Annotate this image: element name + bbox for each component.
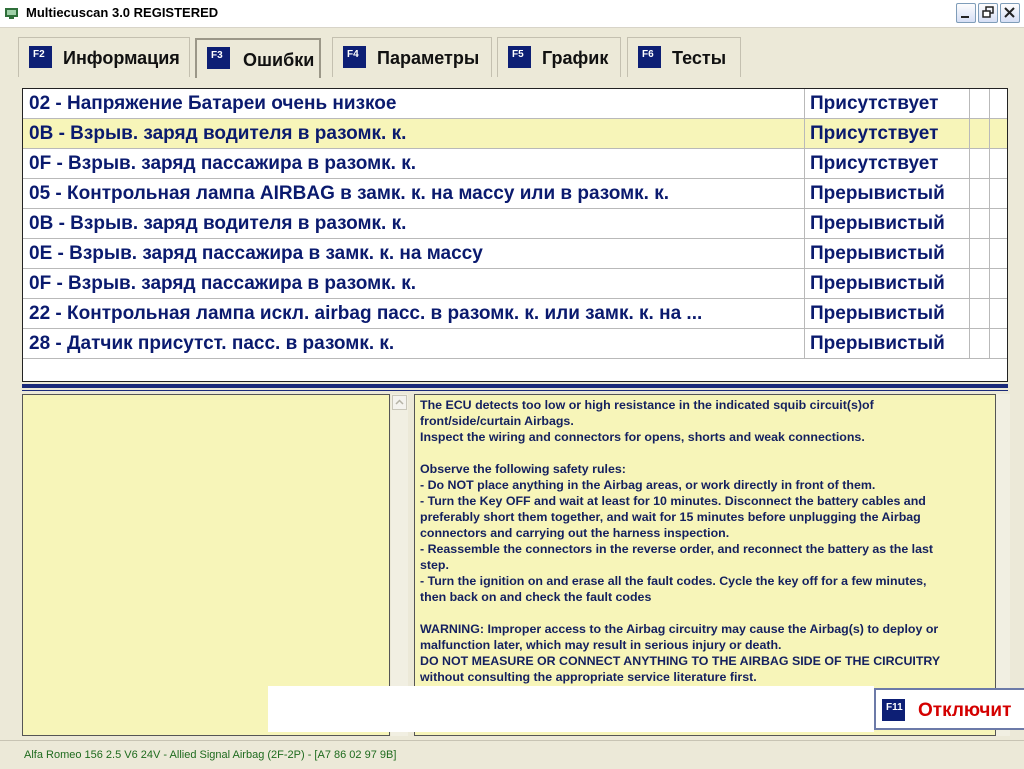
tab-label: Параметры [377, 48, 480, 68]
fault-row[interactable]: 28 - Датчик присутст. пасс. в разомк. к.… [23, 329, 1007, 359]
bottom-strip [268, 686, 874, 732]
close-icon [1004, 7, 1015, 18]
column-divider [989, 89, 990, 359]
fault-row[interactable]: 02 - Напряжение Батареи очень низкое При… [23, 89, 1007, 119]
chevron-up-icon [395, 399, 404, 405]
fault-status: Присутствует [810, 123, 939, 144]
fault-description: 0B - Взрыв. заряд водителя в разомк. к. [29, 123, 407, 144]
tab-label: Ошибки [243, 50, 315, 70]
fault-help-text-panel: The ECU detects too low or high resistan… [414, 394, 996, 736]
disconnect-button[interactable]: F11 Отключит [874, 688, 1024, 730]
panel-splitter[interactable] [22, 384, 1008, 388]
fault-status: Прерывистый [810, 213, 945, 234]
fault-row[interactable]: 22 - Контрольная лампа искл. airbag пасс… [23, 299, 1007, 329]
fault-help-text: The ECU detects too low or high resistan… [420, 398, 941, 684]
fault-status: Прерывистый [810, 183, 945, 204]
fault-status: Прерывистый [810, 303, 945, 324]
tab-label: Тесты [672, 48, 727, 68]
app-icon [5, 8, 18, 19]
fault-status: Прерывистый [810, 273, 945, 294]
tab-errors[interactable]: F3 Ошибки [195, 38, 321, 78]
tab-tests[interactable]: F6 Тесты [627, 37, 741, 77]
fault-description: 28 - Датчик присутст. пасс. в разомк. к. [29, 333, 395, 354]
restore-button[interactable] [978, 3, 998, 23]
fault-description: 22 - Контрольная лампа искл. airbag пасс… [29, 303, 703, 324]
status-bar: Alfa Romeo 156 2.5 V6 24V - Allied Signa… [0, 740, 1024, 769]
fault-row[interactable]: 0E - Взрыв. заряд пассажира в замк. к. н… [23, 239, 1007, 269]
fault-status: Прерывистый [810, 333, 945, 354]
fault-status: Прерывистый [810, 243, 945, 264]
tab-label: Информация [63, 48, 180, 68]
column-divider [969, 89, 970, 359]
fault-row[interactable]: 0B - Взрыв. заряд водителя в разомк. к. … [23, 209, 1007, 239]
fault-description: 02 - Напряжение Батареи очень низкое [29, 93, 397, 114]
minimize-icon [961, 16, 969, 18]
help-scrollbar[interactable] [996, 394, 1010, 736]
window-title: Multiecuscan 3.0 REGISTERED [26, 5, 219, 20]
vehicle-ecu-info: Alfa Romeo 156 2.5 V6 24V - Allied Signa… [24, 749, 397, 761]
f4-key-badge: F4 [343, 46, 366, 68]
fault-description: 0B - Взрыв. заряд водителя в разомк. к. [29, 213, 407, 234]
f6-key-badge: F6 [638, 46, 661, 68]
tab-graph[interactable]: F5 График [497, 37, 621, 77]
fault-row[interactable]: 05 - Контрольная лампа AIRBAG в замк. к.… [23, 179, 1007, 209]
tab-parameters[interactable]: F4 Параметры [332, 37, 492, 77]
tab-information[interactable]: F2 Информация [18, 37, 190, 77]
f3-key-badge: F3 [207, 47, 230, 69]
f2-key-badge: F2 [29, 46, 52, 68]
fault-row[interactable]: 0F - Взрыв. заряд пассажира в разомк. к.… [23, 269, 1007, 299]
tab-bar: F2 Информация F3 Ошибки F4 Параметры F5 … [12, 36, 1012, 79]
fault-description: 0F - Взрыв. заряд пассажира в разомк. к. [29, 273, 417, 294]
scrollbar[interactable] [391, 394, 408, 736]
restore-icon [982, 6, 994, 18]
column-divider [804, 89, 805, 359]
fault-description: 05 - Контрольная лампа AIRBAG в замк. к.… [29, 183, 670, 204]
fault-row[interactable]: 0F - Взрыв. заряд пассажира в разомк. к.… [23, 149, 1007, 179]
splitter-line [22, 390, 1008, 391]
f5-key-badge: F5 [508, 46, 531, 68]
fault-description: 0E - Взрыв. заряд пассажира в замк. к. н… [29, 243, 483, 264]
f11-key-badge: F11 [882, 699, 905, 721]
fault-status: Присутствует [810, 153, 939, 174]
tab-label: График [542, 48, 609, 68]
fault-list: 02 - Напряжение Батареи очень низкое При… [22, 88, 1008, 382]
title-bar: Multiecuscan 3.0 REGISTERED [0, 0, 1024, 28]
fault-description: 0F - Взрыв. заряд пассажира в разомк. к. [29, 153, 417, 174]
scroll-up-button[interactable] [392, 395, 407, 410]
close-button[interactable] [1000, 3, 1020, 23]
disconnect-label: Отключит [918, 700, 1012, 721]
fault-row-selected[interactable]: 0B - Взрыв. заряд водителя в разомк. к. … [23, 119, 1007, 149]
fault-detail-panel [22, 394, 390, 736]
minimize-button[interactable] [956, 3, 976, 23]
fault-status: Присутствует [810, 93, 939, 114]
